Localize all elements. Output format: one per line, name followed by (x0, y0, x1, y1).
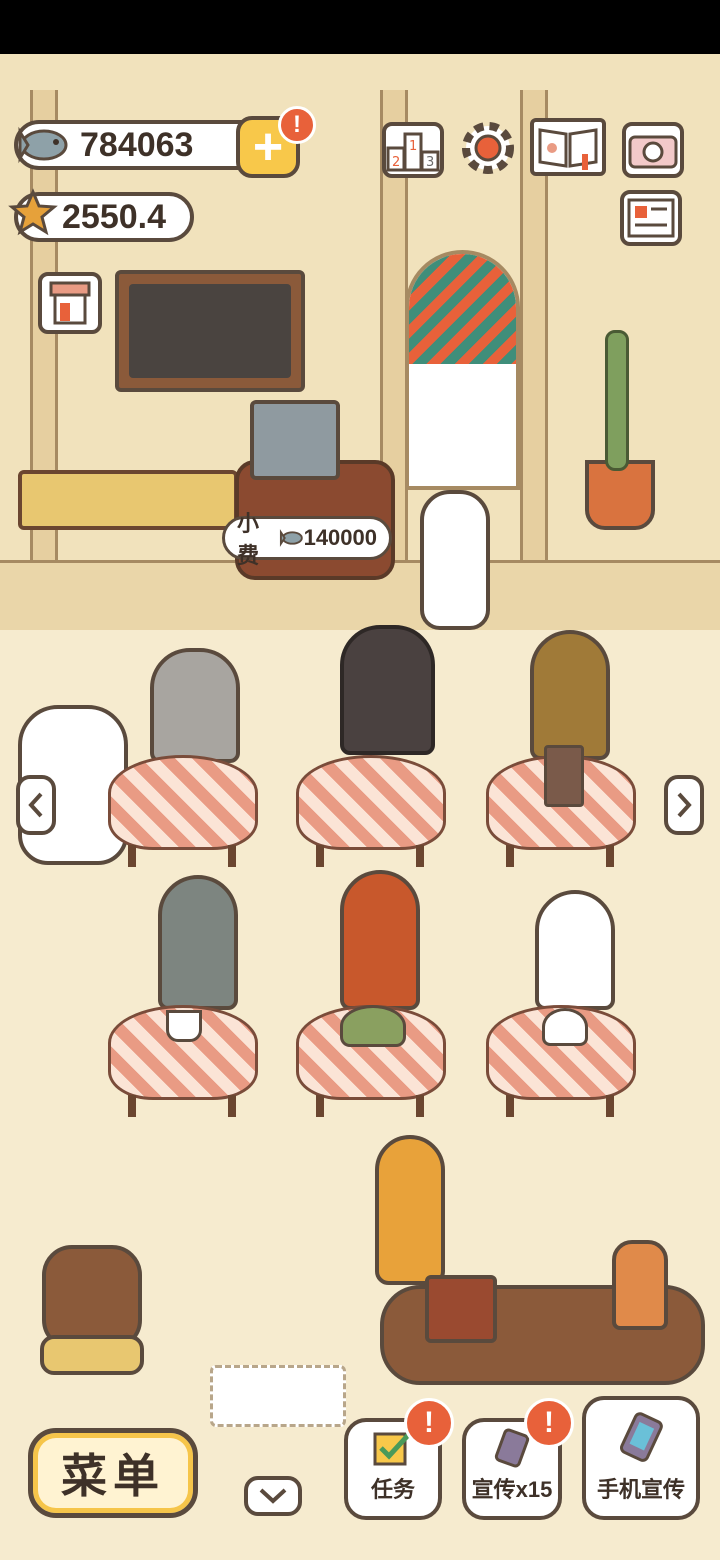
scroll-right-button[interactable] (664, 775, 704, 835)
fish-icon (279, 529, 303, 547)
scroll-left-button[interactable] (16, 775, 56, 835)
svg-text:3: 3 (426, 155, 434, 170)
newspaper-icon (627, 198, 675, 238)
svg-text:1: 1 (409, 139, 417, 154)
recipe-book-button[interactable] (530, 118, 606, 176)
bear-customer[interactable] (340, 625, 435, 755)
badger-customer[interactable] (535, 890, 615, 1010)
collapse-button[interactable] (244, 1476, 302, 1516)
status-bar (0, 0, 720, 54)
tip-bubble[interactable]: 小费 140000 (222, 511, 392, 568)
star-count: 2550.4 (62, 197, 166, 236)
cactus (605, 330, 629, 471)
book-icon (538, 128, 598, 170)
coffee-cup (166, 1010, 202, 1042)
shop-button[interactable] (38, 272, 102, 334)
svg-text:2: 2 (392, 155, 400, 170)
fish-count: 784063 (80, 125, 194, 164)
tip-label: 小费 (237, 511, 260, 568)
shop-icon (49, 281, 91, 325)
tasks-label: 任务 (370, 1477, 415, 1502)
star-icon (8, 188, 58, 238)
camera-icon (628, 135, 678, 169)
cat-rug (210, 1365, 346, 1427)
deer-customer[interactable] (530, 630, 610, 760)
raccoon-customer[interactable] (150, 648, 240, 763)
cash-register (250, 400, 340, 480)
table[interactable] (108, 755, 258, 870)
badger-waiter[interactable] (420, 490, 490, 630)
onigiri (542, 1008, 588, 1046)
doorway (405, 250, 520, 490)
coffee-grinder (425, 1275, 497, 1343)
phone-icon (620, 1412, 663, 1462)
chevron-right-icon (677, 792, 692, 818)
iced-coffee-glass (544, 745, 584, 807)
chalkboard (115, 270, 305, 392)
wolf-customer[interactable] (158, 875, 238, 1010)
tip-amount: 140000 (303, 525, 377, 550)
promote-alert-badge: ! (524, 1398, 574, 1448)
camera-button[interactable] (622, 122, 684, 178)
menu-button[interactable]: 菜单 (28, 1428, 198, 1518)
phone-promote-button[interactable]: 手机宣传 (582, 1396, 700, 1520)
ranking-podium-icon: 213 (386, 132, 440, 172)
red-deer-customer[interactable] (340, 870, 420, 1010)
chevron-left-icon (28, 792, 43, 818)
coffee-pot (612, 1240, 668, 1330)
fish-icon (12, 120, 72, 170)
promote-label: 宣传x15 (471, 1477, 553, 1502)
chevron-down-icon (259, 1488, 287, 1504)
tasks-alert-badge: ! (404, 1398, 454, 1448)
gear-icon (462, 122, 514, 174)
tablecloth (296, 755, 446, 850)
alert-badge: ! (278, 106, 316, 144)
menu-label: 菜单 (61, 1450, 165, 1502)
table[interactable] (296, 755, 446, 870)
stool (40, 1335, 144, 1375)
counter-table (18, 470, 238, 530)
phone-promote-label: 手机宣传 (596, 1477, 685, 1502)
cat-player-character[interactable] (375, 1135, 445, 1285)
settings-button[interactable] (458, 118, 518, 178)
news-button[interactable] (620, 190, 682, 246)
rice-dumpling (340, 1005, 406, 1047)
ranking-button[interactable]: 213 (382, 122, 444, 178)
tablecloth (108, 755, 258, 850)
